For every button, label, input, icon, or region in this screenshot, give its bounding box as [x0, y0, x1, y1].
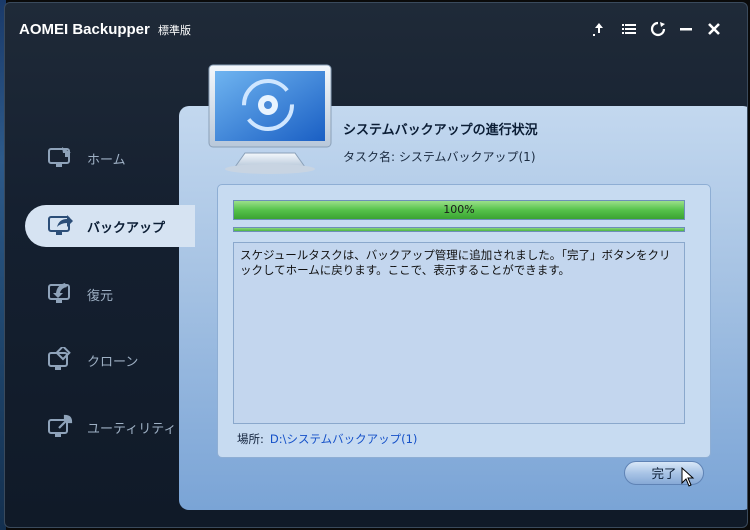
sidebar-item-label: バックアップ — [87, 220, 166, 236]
backup-icon — [48, 215, 73, 235]
app-window: AOMEI Backupper 標準版 ホーム バックアップ 復元 クローン ユ… — [4, 2, 748, 528]
title-bar: AOMEI Backupper 標準版 — [5, 3, 747, 53]
menu-icon[interactable] — [620, 21, 638, 39]
location-path-link[interactable]: D:\システムバックアップ(1) — [270, 432, 418, 446]
sidebar-item-label: ユーティリティ — [87, 421, 177, 437]
task-name: タスク名: システムバックアップ(1) — [343, 150, 536, 164]
restore-icon — [48, 283, 70, 303]
app-title: AOMEI Backupper 標準版 — [19, 21, 191, 38]
refresh-icon[interactable] — [649, 21, 667, 39]
status-message-box: スケジュールタスクは、バックアップ管理に追加されました。「完了」ボタンをクリック… — [233, 242, 685, 424]
status-message: スケジュールタスクは、バックアップ管理に追加されました。「完了」ボタンをクリック… — [240, 248, 671, 277]
progress-percent: 100% — [443, 203, 475, 216]
utility-icon — [48, 414, 73, 437]
progress-bar-secondary — [233, 227, 685, 232]
sidebar-item-label: クローン — [87, 354, 139, 370]
backup-monitor-icon — [208, 64, 332, 174]
sidebar-item-backup[interactable]: バックアップ — [25, 205, 195, 247]
sidebar-item-label: ホーム — [87, 152, 126, 168]
clone-icon — [48, 347, 71, 370]
sidebar-item-restore[interactable]: 復元 — [25, 273, 195, 315]
sidebar: ホーム バックアップ 復元 クローン ユーティリティ — [5, 103, 195, 503]
progress-bar: 100% — [233, 200, 685, 220]
sidebar-item-clone[interactable]: クローン — [25, 339, 195, 381]
home-icon — [48, 147, 71, 167]
mouse-cursor-icon — [681, 467, 695, 487]
upload-icon[interactable] — [590, 21, 608, 39]
sidebar-item-utility[interactable]: ユーティリティ — [25, 406, 195, 448]
sidebar-item-home[interactable]: ホーム — [25, 137, 195, 179]
page-title: システムバックアップの進行状況 — [343, 123, 538, 138]
backup-location: 場所: D:\システムバックアップ(1) — [237, 431, 417, 447]
app-edition: 標準版 — [158, 25, 192, 37]
minimize-icon[interactable] — [677, 21, 695, 39]
close-icon[interactable] — [705, 21, 723, 39]
sidebar-item-label: 復元 — [87, 288, 114, 304]
location-label: 場所: — [237, 432, 264, 446]
app-name: AOMEI Backupper — [19, 21, 150, 38]
